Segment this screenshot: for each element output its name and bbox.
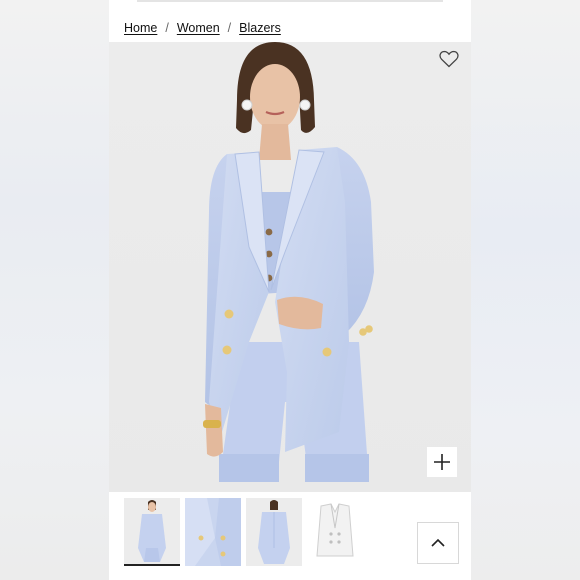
thumbnail-closeup <box>185 498 241 566</box>
product-main-image[interactable] <box>109 42 471 492</box>
thumbnail-2[interactable] <box>185 498 241 566</box>
thumbnail-1[interactable] <box>124 498 180 566</box>
breadcrumb-home-link[interactable]: Home <box>124 21 157 35</box>
thumbnail-4[interactable] <box>307 498 363 566</box>
top-divider <box>137 0 443 2</box>
thumbnail-model-front <box>138 500 166 562</box>
breadcrumb-blazers-link[interactable]: Blazers <box>239 21 281 35</box>
product-page: Home / Women / Blazers <box>109 0 471 580</box>
model-illustration <box>203 42 374 482</box>
thumbnail-flat-lay <box>307 498 363 566</box>
favorite-button[interactable] <box>439 50 461 70</box>
scroll-to-top-button[interactable] <box>417 522 459 564</box>
left-background-panel <box>0 0 109 580</box>
heart-icon <box>439 50 459 68</box>
thumbnail-model-back <box>258 500 290 564</box>
breadcrumb-separator: / <box>165 21 169 35</box>
zoom-button[interactable] <box>427 447 457 477</box>
plus-icon <box>434 454 450 470</box>
breadcrumb-separator: / <box>227 21 232 35</box>
thumbnail-3[interactable] <box>246 498 302 566</box>
right-background-panel <box>471 0 580 580</box>
breadcrumb-women-link[interactable]: Women <box>177 21 220 35</box>
chevron-up-icon <box>431 538 445 547</box>
breadcrumb: Home / Women / Blazers <box>124 19 281 37</box>
